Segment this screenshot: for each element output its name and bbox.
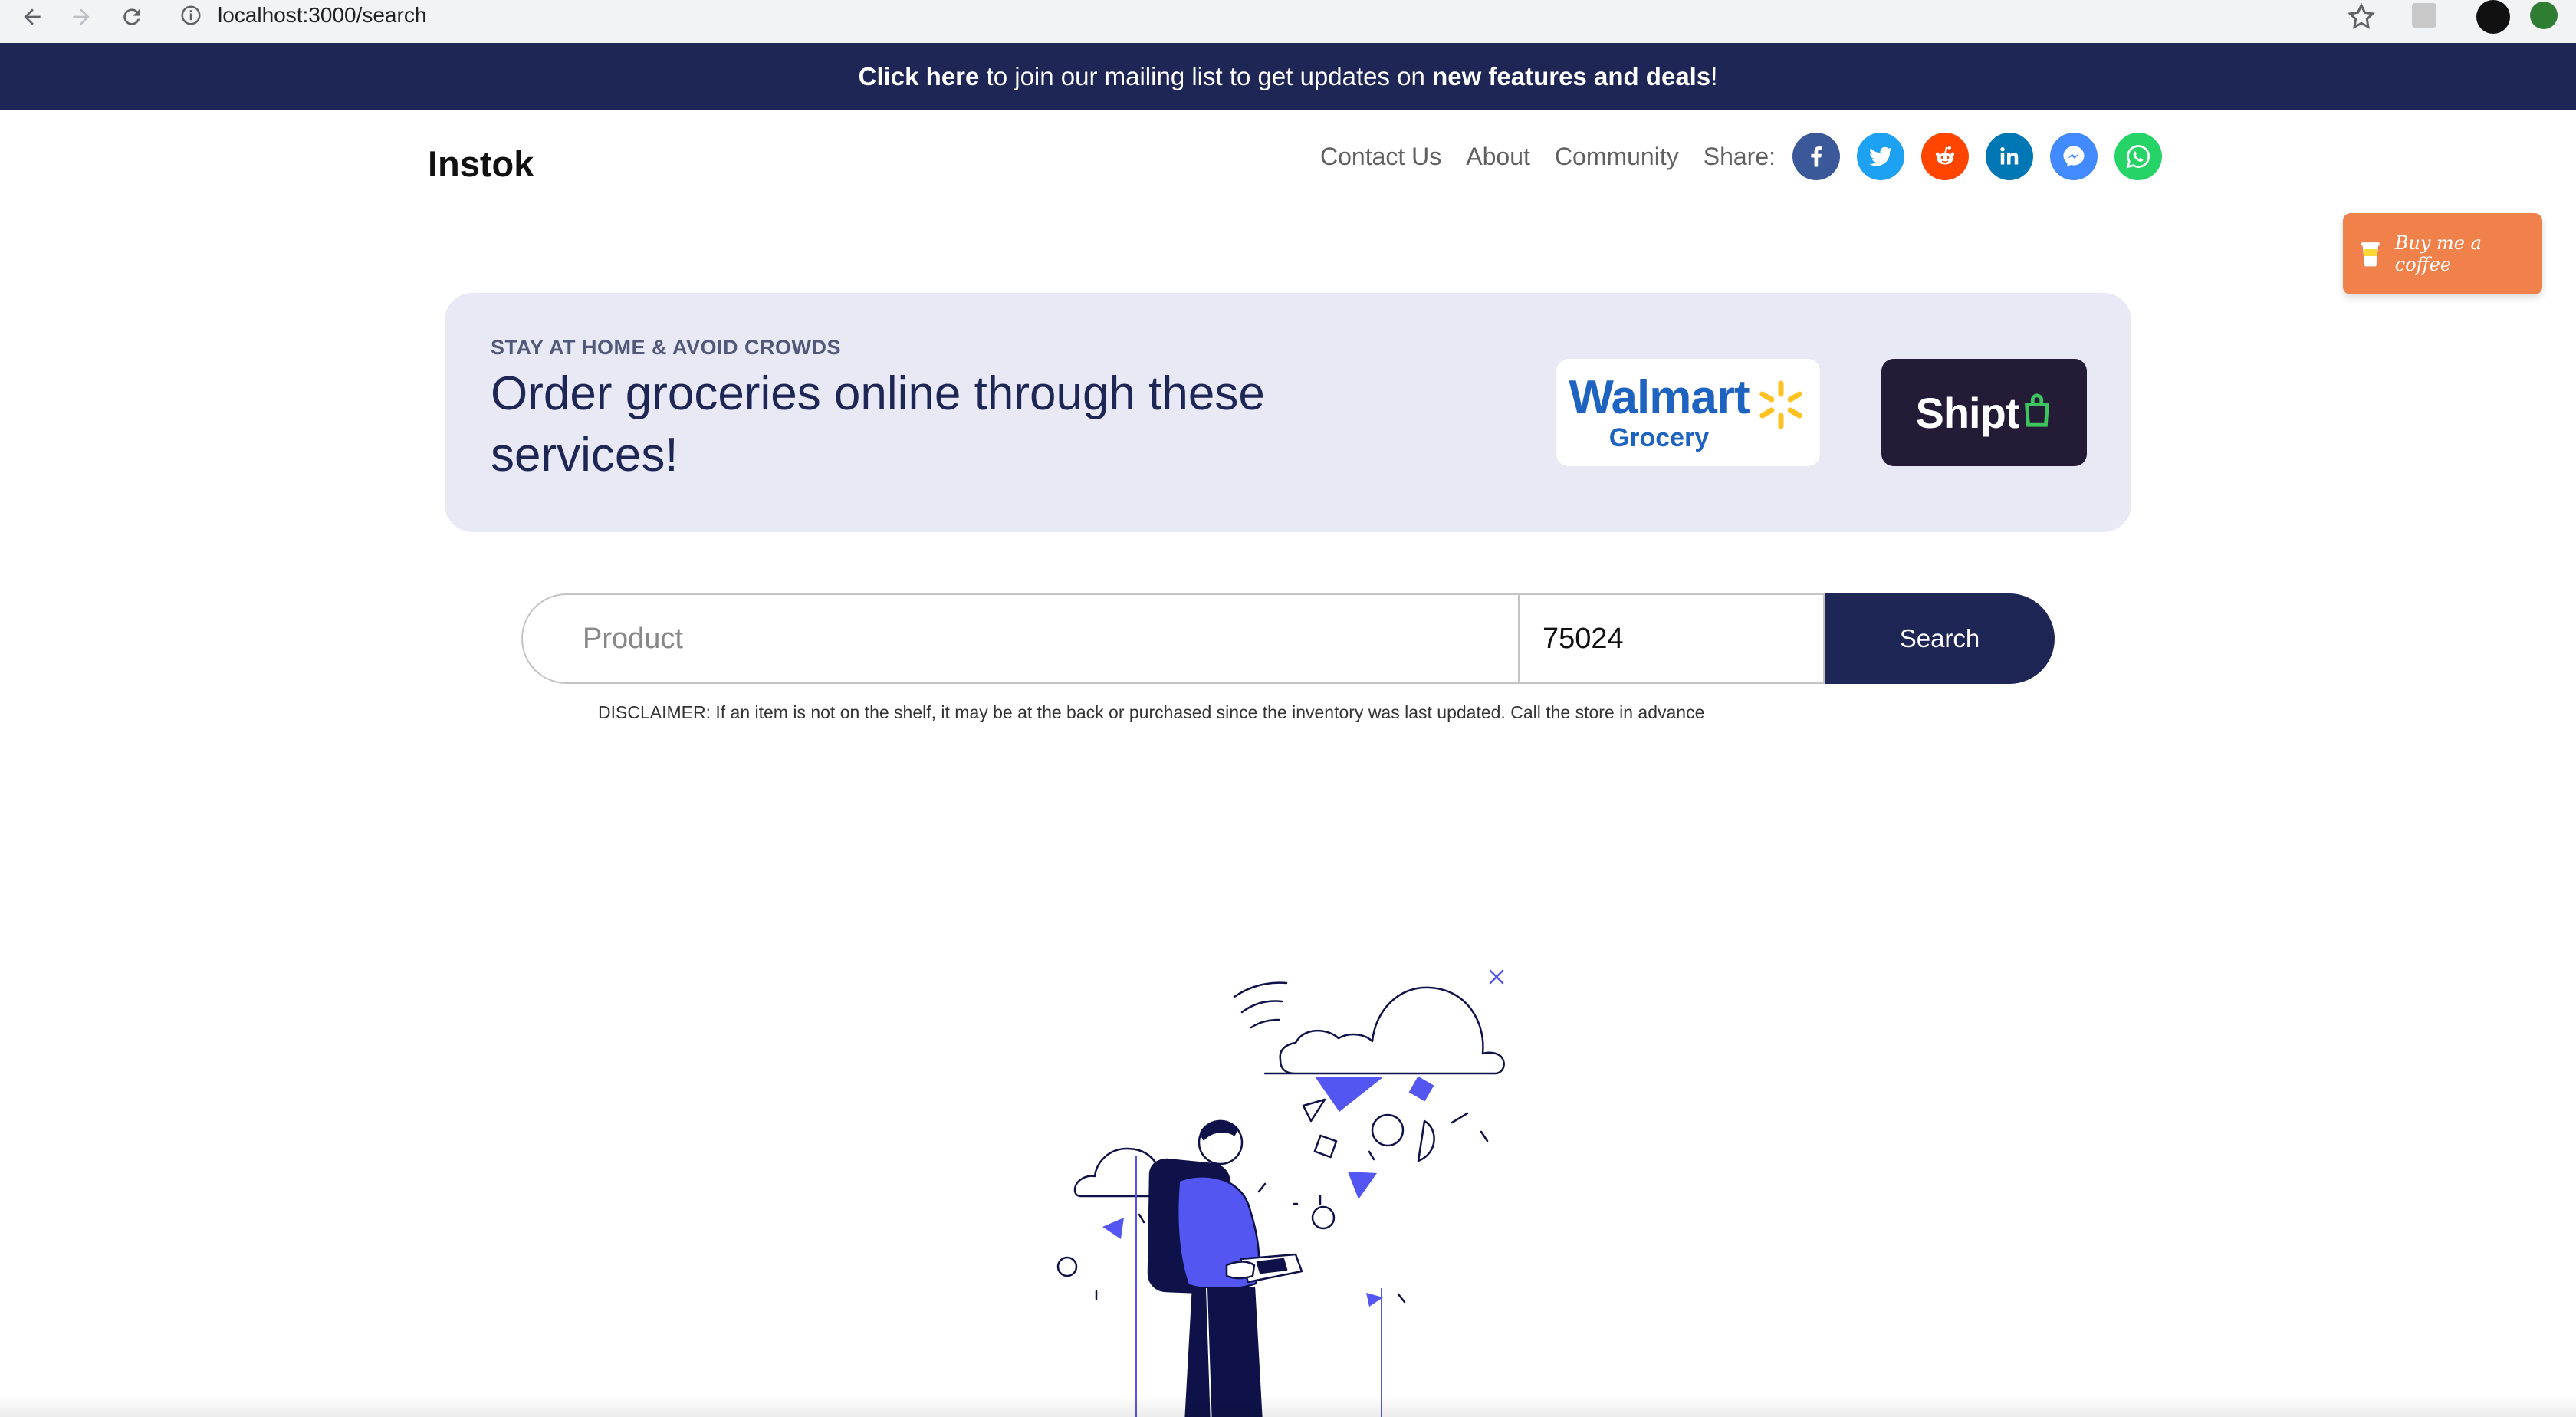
product-search-input[interactable]: [521, 593, 1518, 684]
twitter-icon[interactable]: [1857, 133, 1904, 180]
profile-avatar[interactable]: [2476, 0, 2510, 34]
disclaimer-text: DISCLAIMER: If an item is not on the she…: [598, 702, 1705, 722]
promo-eyebrow: STAY AT HOME & AVOID CROWDS: [491, 336, 842, 359]
page-bottom-shadow: [0, 1396, 2576, 1417]
nav-about[interactable]: About: [1466, 143, 1530, 171]
linkedin-icon[interactable]: [1986, 133, 2033, 180]
top-nav: Contact Us About Community Share:: [1320, 133, 2179, 180]
shipt-bag-icon: [2025, 393, 2050, 427]
zip-code-input[interactable]: [1518, 593, 1825, 684]
walmart-spark-icon: [1759, 380, 1802, 429]
search-form: Search: [521, 593, 2055, 684]
search-button[interactable]: Search: [1825, 593, 2055, 684]
extension-icon[interactable]: [2412, 3, 2436, 28]
nav-contact-us[interactable]: Contact Us: [1320, 143, 1441, 171]
back-icon[interactable]: [15, 2, 49, 32]
searching-person-illustration: [1056, 969, 1505, 1417]
grocery-promo-card: STAY AT HOME & AVOID CROWDS Order grocer…: [445, 293, 2131, 532]
banner-text: to join our mailing list to get updates …: [979, 62, 1433, 90]
facebook-icon[interactable]: [1792, 133, 1840, 180]
promo-headline: Order groceries online through these ser…: [491, 367, 1265, 482]
mailing-list-banner: Click here to join our mailing list to g…: [0, 43, 2576, 110]
info-icon[interactable]: [179, 4, 202, 27]
share-label: Share:: [1703, 142, 1776, 170]
bookmark-star-icon[interactable]: [2346, 2, 2377, 32]
shipt-logo[interactable]: Shipt: [1881, 359, 2087, 466]
walmart-line1: Walmart: [1569, 371, 1750, 424]
banner-end: !: [1710, 62, 1718, 90]
messenger-icon[interactable]: [2050, 133, 2098, 180]
banner-link[interactable]: Click here: [859, 62, 980, 91]
walmart-line2: Grocery: [1608, 423, 1710, 452]
coffee-cup-icon: [2361, 242, 2380, 267]
buy-me-a-coffee-button[interactable]: Buy me a coffee: [2343, 213, 2542, 294]
update-icon[interactable]: [2530, 2, 2558, 29]
reddit-icon[interactable]: [1921, 133, 1969, 180]
buy-me-a-coffee-label: Buy me a coffee: [2394, 232, 2482, 275]
browser-toolbar: localhost:3000/search: [0, 0, 2576, 43]
site-logo[interactable]: Instok: [428, 143, 534, 185]
whatsapp-icon[interactable]: [2114, 133, 2162, 180]
forward-icon[interactable]: [64, 2, 98, 32]
address-bar[interactable]: localhost:3000/search: [166, 0, 2366, 31]
walmart-grocery-logo[interactable]: Walmart Grocery: [1556, 359, 1820, 466]
shipt-wordmark: Shipt: [1915, 388, 2020, 437]
banner-emphasis: new features and deals: [1432, 62, 1711, 90]
url-text: localhost:3000/search: [218, 3, 427, 27]
nav-community[interactable]: Community: [1555, 143, 1679, 171]
reload-icon[interactable]: [115, 2, 149, 32]
